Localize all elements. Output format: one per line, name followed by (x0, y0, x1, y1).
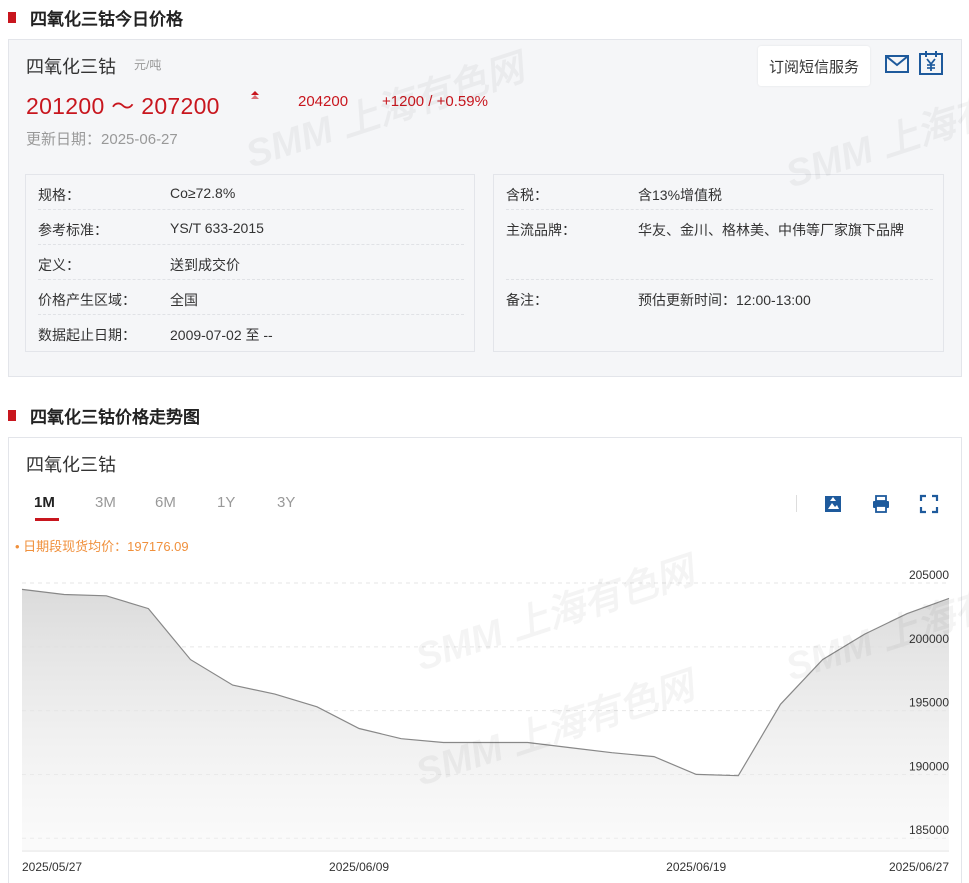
info-value: 送到成交价 (170, 257, 240, 273)
update-date-label: 更新日期： (26, 131, 102, 148)
info-key: 备注： (506, 292, 548, 308)
data-point[interactable] (694, 772, 698, 776)
info-key: 参考标准： (38, 222, 108, 238)
x-tick-label: 2025/05/27 (22, 860, 82, 874)
info-key: 价格产生区域： (38, 292, 136, 308)
info-row: 主流品牌： 华友、金川、格林美、中伟等厂家旗下品牌 (506, 210, 933, 280)
info-value: 含13%增值税 (638, 187, 723, 203)
today-price-title: 四氧化三钴今日价格 (30, 10, 183, 29)
data-point[interactable] (20, 587, 24, 591)
info-value: 全国 (170, 292, 198, 308)
data-point[interactable] (821, 658, 825, 662)
product-name: 四氧化三钴 (26, 57, 116, 77)
data-point[interactable] (484, 741, 488, 745)
price-card: 四氧化三钴 元/吨 201200 ～ 207200 204200 +1200 /… (8, 39, 969, 377)
trend-title: 四氧化三钴价格走势图 (30, 408, 200, 427)
average-price: 204200 (298, 93, 349, 110)
info-value: 预估更新时间：12:00-13:00 (638, 292, 811, 308)
data-point[interactable] (146, 607, 150, 611)
data-point[interactable] (104, 594, 108, 598)
chart-card: 四氧化三钴 1M 3M 6M 1Y 3Y 185000 190000 195000 2… (8, 437, 969, 883)
data-point[interactable] (441, 741, 445, 745)
y-tick-label: 200000 (909, 632, 949, 646)
data-point[interactable] (778, 702, 782, 706)
data-point[interactable] (315, 705, 319, 709)
info-value: Co≥72.8% (170, 185, 236, 201)
spec-info-left: 规格： Co≥72.8% 参考标准： YS/T 633-2015 定义： 送到成交价 … (25, 174, 475, 352)
trend-section-title: 四氧化三钴价格走势图 (8, 403, 200, 428)
info-value: YS/T 633-2015 (170, 220, 264, 236)
info-row: 含税： 含13%增值税 (506, 175, 933, 210)
data-point[interactable] (231, 683, 235, 687)
data-point[interactable] (526, 741, 530, 745)
y-tick-label: 190000 (909, 759, 949, 773)
subscribe-sms-button[interactable]: 订阅短信服务 (758, 46, 870, 86)
info-value: 2009-07-02 至 -- (170, 327, 273, 343)
price-range: 201200 ～ 207200 (26, 93, 220, 119)
y-tick-label: 185000 (909, 823, 949, 837)
info-row: 价格产生区域： 全国 (38, 280, 464, 315)
update-date-value: 2025-06-27 (101, 131, 178, 148)
data-point[interactable] (399, 737, 403, 741)
update-date: 更新日期：2025-06-27 (26, 128, 178, 149)
avg-price-legend: • 日期段现货均价：197176.09 (15, 539, 189, 554)
info-row: 数据起止日期： 2009-07-02 至 -- (38, 315, 464, 350)
spec-info-right: 含税： 含13%增值税 主流品牌： 华友、金川、格林美、中伟等厂家旗下品牌 备注： 预… (493, 174, 944, 352)
info-key: 含税： (506, 187, 548, 203)
price-up-icon (251, 91, 259, 99)
info-key: 主流品牌： (506, 222, 576, 238)
avg-price-legend-text: 日期段现货均价：197176.09 (23, 539, 189, 554)
data-point[interactable] (189, 658, 193, 662)
y-tick-label: 205000 (909, 568, 949, 582)
price-trend-chart: 185000 190000 195000 200000 205000 2025/05/27… (20, 568, 951, 874)
data-point[interactable] (947, 596, 951, 600)
section-mark (8, 410, 16, 421)
info-row: 定义： 送到成交价 (38, 245, 464, 280)
price-change: +1200 / +0.59% (382, 93, 488, 110)
info-row: 规格： Co≥72.8% (38, 175, 464, 210)
info-row: 备注： 预估更新时间：12:00-13:00 (506, 280, 933, 315)
today-price-section-title: 四氧化三钴今日价格 (8, 5, 183, 30)
section-mark (8, 12, 16, 23)
info-key: 数据起止日期： (38, 327, 136, 343)
data-point[interactable] (736, 774, 740, 778)
data-point[interactable] (610, 751, 614, 755)
price-unit: 元/吨 (134, 58, 162, 72)
data-point[interactable] (905, 612, 909, 616)
price-area (22, 589, 949, 851)
data-point[interactable] (568, 746, 572, 750)
y-tick-label: 195000 (909, 696, 949, 710)
calendar-yen-icon[interactable] (918, 50, 944, 76)
data-point[interactable] (273, 692, 277, 696)
data-point[interactable] (863, 632, 867, 636)
info-value: 华友、金川、格林美、中伟等厂家旗下品牌 (638, 222, 904, 238)
data-point[interactable] (357, 727, 361, 731)
info-key: 规格： (38, 187, 80, 203)
info-key: 定义： (38, 257, 80, 273)
data-point[interactable] (62, 593, 66, 597)
x-tick-label: 2025/06/27 (889, 860, 949, 874)
x-tick-label: 2025/06/09 (329, 860, 389, 874)
info-row: 参考标准： YS/T 633-2015 (38, 210, 464, 245)
data-point[interactable] (652, 755, 656, 759)
x-tick-label: 2025/06/19 (666, 860, 726, 874)
mail-icon[interactable] (884, 52, 910, 76)
